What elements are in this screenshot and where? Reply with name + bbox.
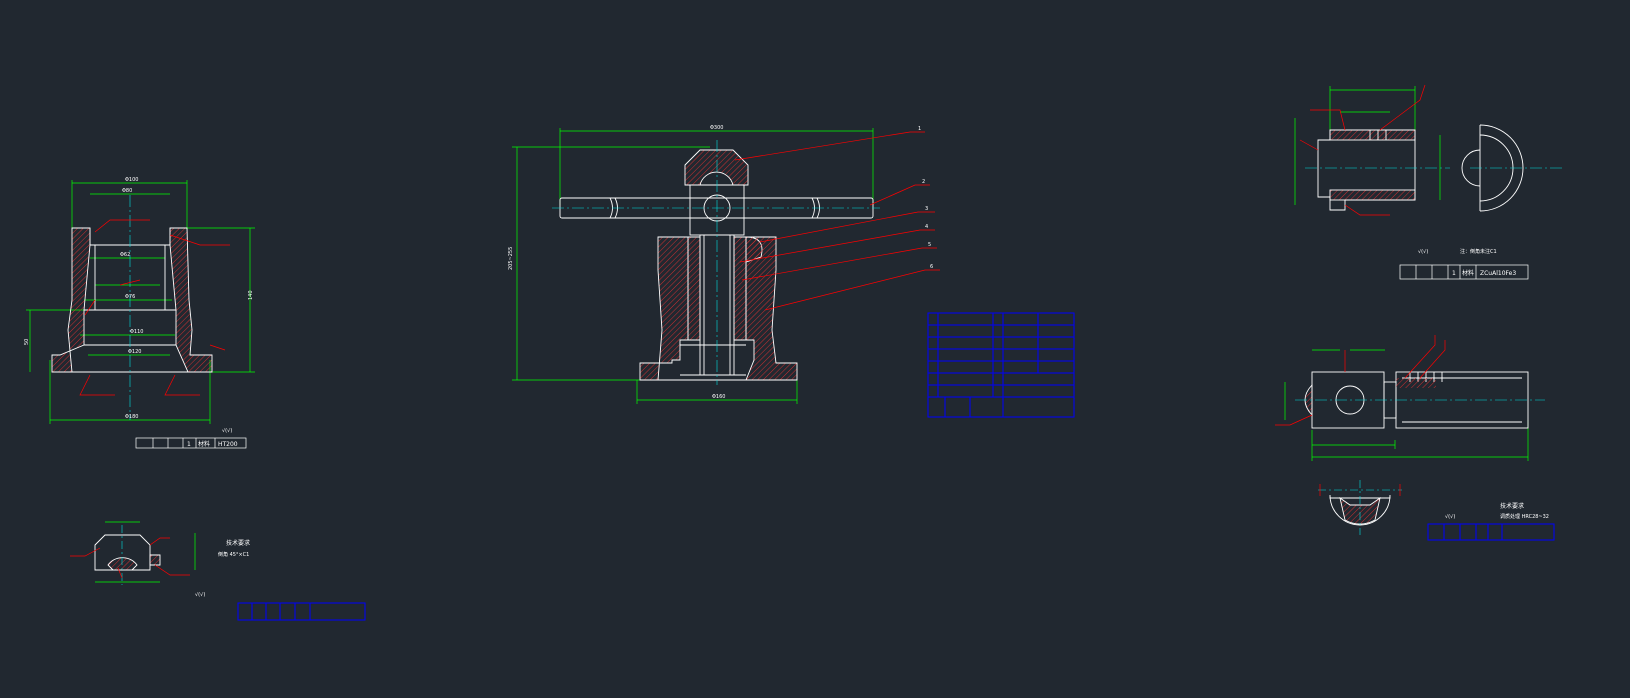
base-roughness-symbol: √(√)	[222, 428, 232, 434]
base-part-view: Φ100 Φ80 Φ180 140 50 Φ62 Φ76 Φ110 Φ120 √…	[24, 177, 255, 449]
nut-roughness: √(√)	[1418, 249, 1428, 255]
screw-title-block	[1427, 523, 1555, 541]
nut-part-view: √(√) 注：倒角未注C1 1 材料 ZCuAl10Fe3	[1294, 84, 1565, 280]
balloon-3: 3	[925, 206, 928, 212]
screw-note: 调质处理 HRC28~32	[1500, 513, 1549, 520]
small-cap-title: 技术要求	[226, 539, 250, 547]
svg-text:Φ120: Φ120	[128, 349, 141, 355]
small-cap-roughness: √(√)	[195, 592, 205, 598]
svg-text:Φ100: Φ100	[125, 177, 138, 183]
balloon-4: 4	[925, 224, 928, 230]
parts-list-table	[927, 312, 1075, 418]
nut-material-label: 材料	[1462, 269, 1474, 277]
screw-part-view: 技术要求 √(√) 调质处理 HRC28~32	[1275, 335, 1555, 541]
svg-text:140: 140	[248, 290, 254, 300]
balloon-5: 5	[928, 242, 931, 248]
svg-text:50: 50	[24, 339, 30, 345]
base-material-label: 材料	[198, 440, 210, 448]
svg-text:Φ160: Φ160	[712, 394, 725, 400]
balloon-1: 1	[918, 126, 921, 132]
svg-text:Φ180: Φ180	[125, 414, 138, 420]
svg-text:Φ300: Φ300	[710, 125, 723, 131]
cad-drawing-canvas: Φ100 Φ80 Φ180 140 50 Φ62 Φ76 Φ110 Φ120 √…	[24, 84, 1565, 621]
small-cap-view: 技术要求 倒角 45°×C1 √(√)	[70, 521, 366, 621]
svg-text:Φ62: Φ62	[120, 252, 130, 258]
assembly-view: Φ300 205~255 Φ160 1 2 3 4 5 6	[508, 125, 940, 404]
nut-quantity: 1	[1452, 270, 1456, 277]
base-material: HT200	[218, 441, 238, 448]
nut-note: 注：倒角未注C1	[1460, 248, 1497, 255]
balloon-6: 6	[930, 264, 933, 270]
svg-text:Φ110: Φ110	[130, 329, 143, 335]
nut-title-block: 1 材料 ZCuAl10Fe3	[1399, 264, 1529, 280]
screw-title: 技术要求	[1500, 502, 1524, 510]
small-cap-note: 倒角 45°×C1	[218, 551, 249, 558]
nut-material: ZCuAl10Fe3	[1480, 270, 1516, 277]
base-title-block: 1 材料 HT200	[135, 437, 247, 449]
small-cap-title-block	[237, 602, 366, 621]
svg-text:Φ80: Φ80	[122, 188, 132, 194]
base-quantity: 1	[187, 441, 191, 448]
balloon-2: 2	[922, 179, 925, 185]
screw-roughness: √(√)	[1445, 514, 1455, 520]
svg-text:Φ76: Φ76	[125, 294, 135, 300]
svg-text:205~255: 205~255	[508, 247, 514, 270]
